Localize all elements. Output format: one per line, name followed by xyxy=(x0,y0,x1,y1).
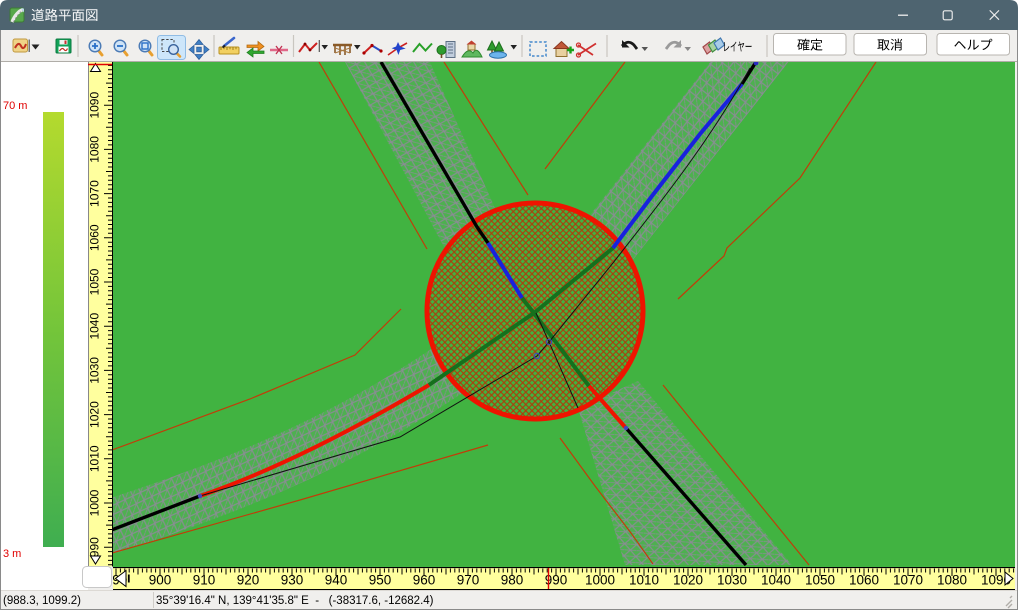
svg-text:1010: 1010 xyxy=(629,573,659,588)
svg-text:70 m: 70 m xyxy=(3,100,27,112)
svg-text:1070: 1070 xyxy=(893,573,923,588)
svg-text:980: 980 xyxy=(501,573,524,588)
svg-text:1020: 1020 xyxy=(673,573,703,588)
svg-text:1030: 1030 xyxy=(88,357,102,384)
svg-text:900: 900 xyxy=(149,573,172,588)
svg-text:1000: 1000 xyxy=(585,573,615,588)
svg-text:1080: 1080 xyxy=(88,136,102,163)
svg-text:1050: 1050 xyxy=(88,268,102,295)
svg-text:1040: 1040 xyxy=(88,313,102,340)
svg-text:1030: 1030 xyxy=(717,573,747,588)
svg-text:1010: 1010 xyxy=(88,445,102,472)
svg-text:1070: 1070 xyxy=(88,180,102,207)
svg-text:(988.3, 1099.2): (988.3, 1099.2) xyxy=(3,595,81,607)
svg-text:920: 920 xyxy=(237,573,260,588)
svg-text:1050: 1050 xyxy=(805,573,835,588)
svg-text:3 m: 3 m xyxy=(3,548,21,560)
svg-text:990: 990 xyxy=(88,537,102,557)
svg-text:910: 910 xyxy=(193,573,216,588)
svg-text:1060: 1060 xyxy=(88,224,102,251)
svg-text:1080: 1080 xyxy=(937,573,967,588)
svg-text:970: 970 xyxy=(457,573,480,588)
svg-text:1020: 1020 xyxy=(88,401,102,428)
svg-text:960: 960 xyxy=(413,573,436,588)
svg-text:1040: 1040 xyxy=(761,573,791,588)
svg-text:1060: 1060 xyxy=(849,573,879,588)
svg-text:930: 930 xyxy=(281,573,304,588)
svg-text:1090: 1090 xyxy=(88,92,102,119)
svg-text:950: 950 xyxy=(369,573,392,588)
svg-text:1000: 1000 xyxy=(88,489,102,516)
svg-text:940: 940 xyxy=(325,573,348,588)
svg-text:35°39'16.4" N, 139°41'35.8" E: 35°39'16.4" N, 139°41'35.8" E - (-38317.… xyxy=(156,595,434,607)
